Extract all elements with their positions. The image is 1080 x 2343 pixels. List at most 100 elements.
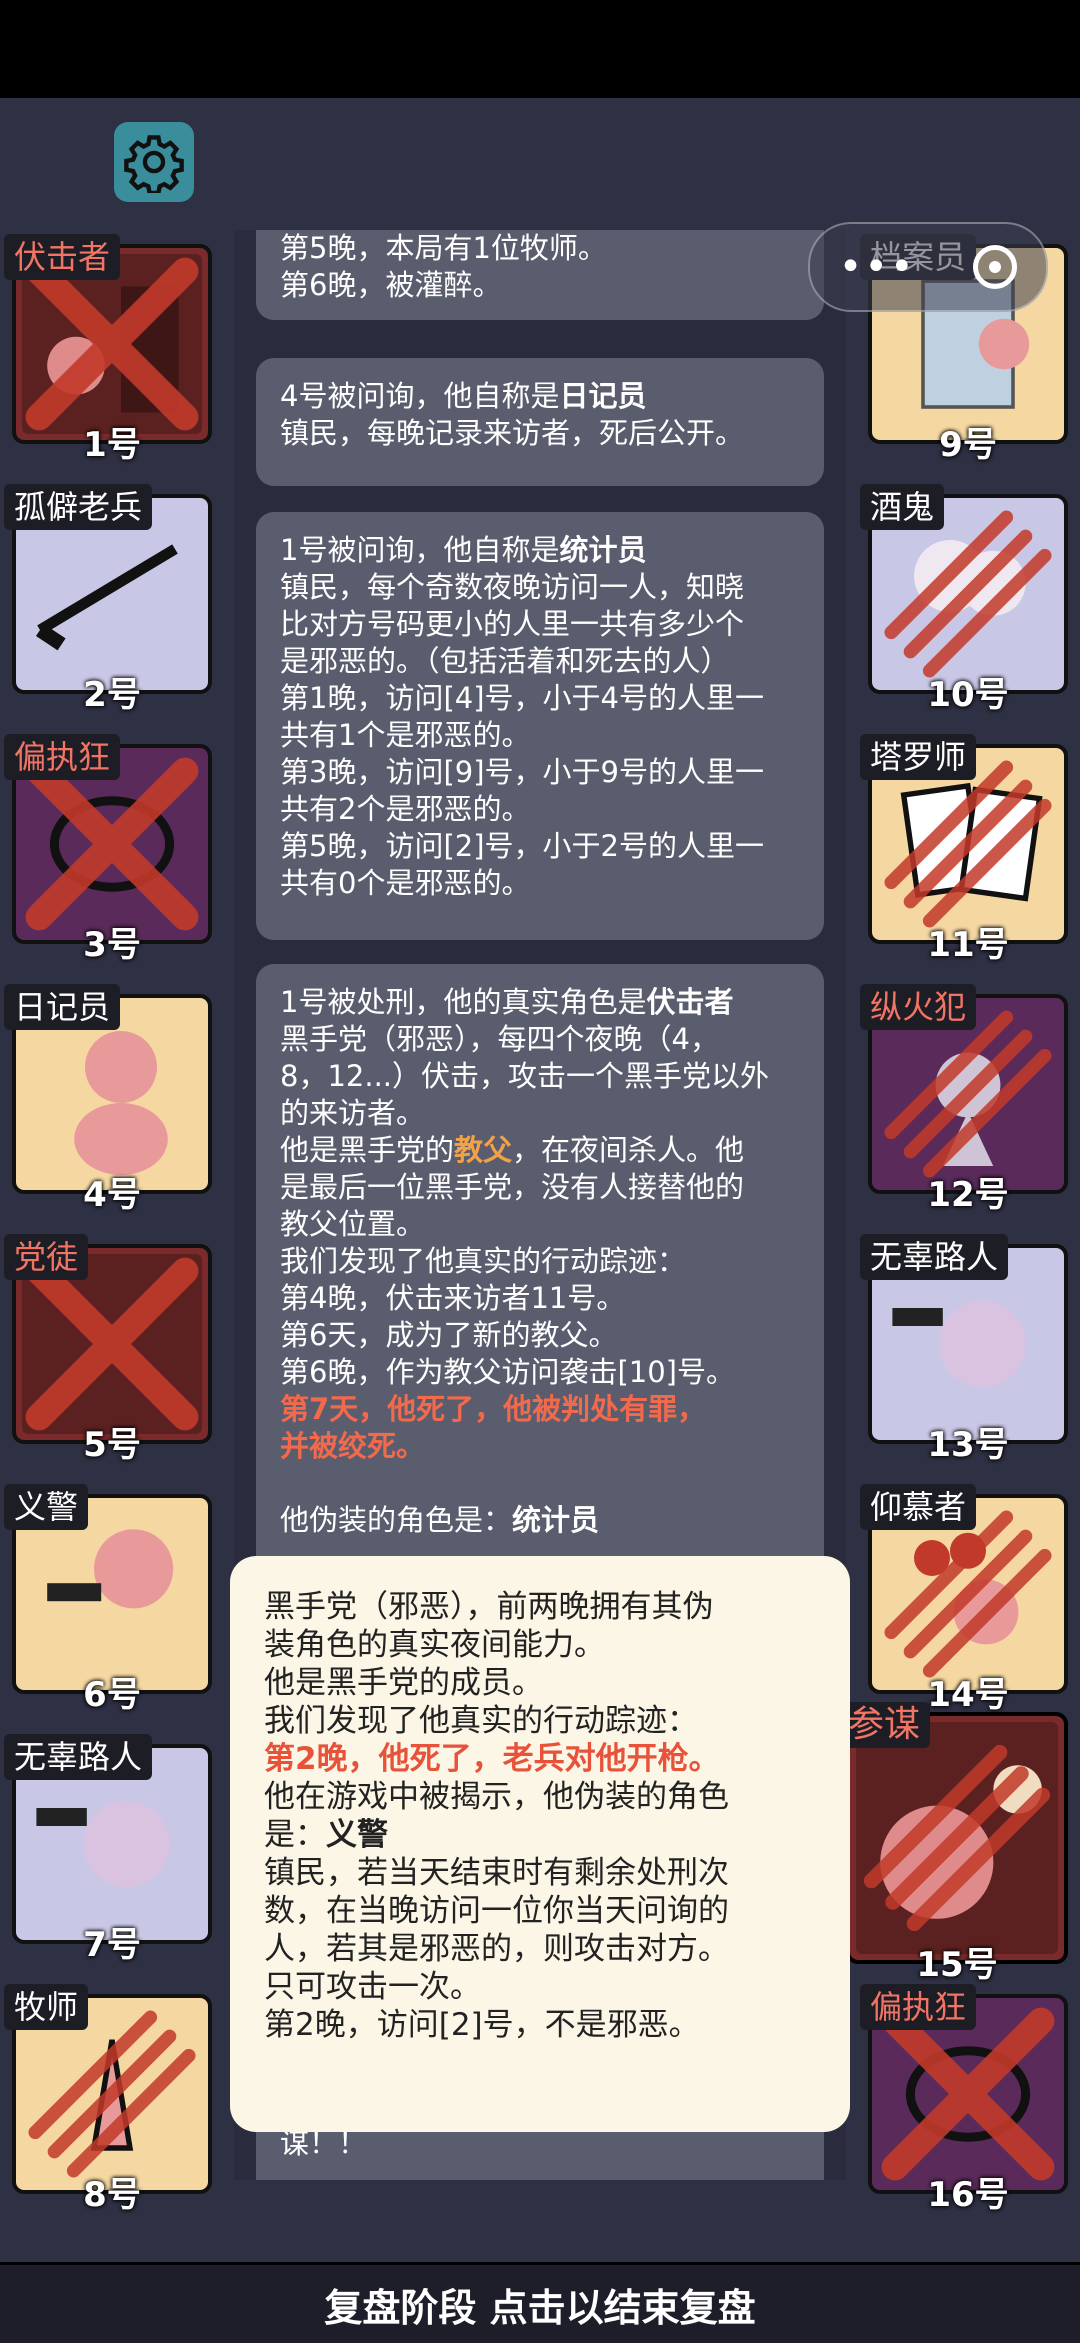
log-bubble: 第5晚，本局有1位牧师。 第6晚，被灌醉。 <box>256 230 824 320</box>
log-text: 1号被问询，他自称是 <box>280 533 560 567</box>
log-line: 8，12...）伏击，攻击一个黑手党以外 <box>280 1059 770 1093</box>
log-line: 第6天，成为了新的教父。 <box>280 1318 618 1352</box>
popup-line: 我们发现了他真实的行动踪迹： <box>264 1703 698 1739</box>
player-card-10[interactable]: 酒鬼 10号 <box>860 484 1068 715</box>
log-line: 第3晚，访问[9]号，小于9号的人里一 <box>280 755 764 789</box>
role-label: 无辜路人 <box>4 1734 153 1780</box>
log-line: 第6晚，被灌醉。 <box>280 268 502 302</box>
role-label: 党徒 <box>4 1234 89 1280</box>
player-card-7[interactable]: 无辜路人 7号 <box>4 1734 212 1965</box>
rifle-icon <box>36 544 178 651</box>
settings-button[interactable] <box>114 122 194 202</box>
gear-icon <box>124 135 184 193</box>
role-art <box>878 1254 1058 1434</box>
log-line: 第5晚，访问[2]号，小于2号的人里一 <box>280 829 764 863</box>
player-number: 13号 <box>927 1425 1009 1465</box>
log-line: 第5晚，本局有1位牧师。 <box>280 231 607 265</box>
claw-scratch-icon <box>863 1744 1051 1932</box>
log-line: 教父位置。 <box>280 1207 426 1241</box>
player-card-2[interactable]: 孤僻老兵 2号 <box>4 484 212 715</box>
player-card-5[interactable]: 党徒 5号 <box>4 1234 212 1465</box>
death-text: 第7天，他死了，他被判处有罪， <box>280 1392 707 1426</box>
role-art <box>22 1504 202 1684</box>
popup-line: 黑手党（邪恶），前两晚拥有其伪 <box>264 1589 714 1625</box>
player-card-3[interactable]: 偏执狂 3号 <box>4 734 212 965</box>
log-line: 第1晚，访问[4]号，小于4号的人里一 <box>280 681 764 715</box>
popup-text: 是： <box>264 1817 326 1853</box>
close-icon[interactable] <box>973 245 1018 289</box>
log-line: 第6晚，作为教父访问袭击[10]号。 <box>280 1355 735 1389</box>
log-line: 第4晚，伏击来访者11号。 <box>280 1281 626 1315</box>
role-label: 伏击者 <box>4 234 121 280</box>
miniprogram-capsule: ••• <box>808 222 1048 312</box>
log-bubble: 1号被问询，他自称是统计员 镇民，每个奇数夜晚访问一人，知晓 比对方号码更小的人… <box>256 512 824 940</box>
death-text: 并被绞死。 <box>280 1429 426 1463</box>
log-line: 黑手党（邪恶），每四个夜晚（4， <box>280 1022 719 1056</box>
log-line: 共有2个是邪恶的。 <box>280 792 531 826</box>
player-card-12[interactable]: 纵火犯 12号 <box>860 984 1068 1215</box>
log-line: 的来访者。 <box>280 1096 426 1130</box>
role-art <box>22 1754 202 1934</box>
player-card-6[interactable]: 义警 6号 <box>4 1484 212 1715</box>
popup-line: 只可攻击一次。 <box>264 1969 481 2005</box>
player-number: 8号 <box>83 2175 141 2215</box>
popup-line: 他在游戏中被揭示，他伪装的角色 <box>264 1779 729 1815</box>
claimed-role: 统计员 <box>559 533 647 567</box>
player-number: 7号 <box>83 1925 141 1965</box>
log-line: 我们发现了他真实的行动踪迹： <box>280 1244 687 1278</box>
popup-line: 镇民，若当天结束时有剩余处刑次 <box>264 1855 729 1891</box>
fake-role: 义警 <box>326 1817 388 1853</box>
log-text: 他伪装的角色是： <box>280 1503 513 1537</box>
status-bar <box>0 0 1080 98</box>
player-number: 9号 <box>939 425 997 465</box>
claimed-role: 日记员 <box>559 379 647 413</box>
player-number: 5号 <box>83 1425 141 1465</box>
role-label: 参谋 <box>838 1702 931 1748</box>
player-card-16[interactable]: 偏执狂 16号 <box>860 1984 1068 2215</box>
player-card-8[interactable]: 牧师 8号 <box>4 1984 212 2215</box>
role-label: 偏执狂 <box>860 1984 977 2030</box>
log-text: ，在夜间杀人。他 <box>512 1133 745 1167</box>
player-card-1[interactable]: 伏击者 1号 <box>4 234 212 465</box>
role-art <box>22 1004 202 1184</box>
log-line: 镇民，每晚记录来访者，死后公开。 <box>280 416 745 450</box>
role-label: 义警 <box>4 1484 89 1530</box>
death-text: 第2晚，他死了，老兵对他开枪。 <box>264 1741 720 1777</box>
popup-line: 装角色的真实夜间能力。 <box>264 1627 605 1663</box>
popup-line: 数，在当晚访问一位你当天问询的 <box>264 1893 729 1929</box>
log-line: 镇民，每个奇数夜晚访问一人，知晓 <box>280 570 745 604</box>
player-number: 12号 <box>927 1175 1009 1215</box>
player-number: 2号 <box>83 675 141 715</box>
player-card-13[interactable]: 无辜路人 13号 <box>860 1234 1068 1465</box>
log-text: 4号被问询，他自称是 <box>280 379 560 413</box>
role-art <box>22 504 202 684</box>
log-line: 是邪恶的。（包括活着和死去的人） <box>280 644 730 678</box>
fake-role: 统计员 <box>512 1503 600 1537</box>
role-detail-popup[interactable]: 黑手党（邪恶），前两晚拥有其伪 装角色的真实夜间能力。 他是黑手党的成员。 我们… <box>230 1556 850 2132</box>
player-card-15[interactable]: 参谋 15号 <box>838 1702 1068 1985</box>
godfather-highlight: 教父 <box>454 1133 513 1167</box>
role-label: 日记员 <box>4 984 121 1030</box>
player-number: 1号 <box>83 425 141 465</box>
player-card-4[interactable]: 日记员 4号 <box>4 984 212 1215</box>
log-line: 共有0个是邪恶的。 <box>280 866 531 900</box>
player-number: 4号 <box>83 1175 141 1215</box>
player-number: 16号 <box>927 2175 1009 2215</box>
player-card-11[interactable]: 塔罗师 11号 <box>860 734 1068 965</box>
player-card-14[interactable]: 仰慕者 14号 <box>860 1484 1068 1715</box>
player-number: 15号 <box>916 1945 998 1985</box>
role-label: 纵火犯 <box>860 984 977 1030</box>
player-number: 11号 <box>927 925 1009 965</box>
player-number: 3号 <box>83 925 141 965</box>
log-bubble: 4号被问询，他自称是日记员 镇民，每晚记录来访者，死后公开。 <box>256 358 824 486</box>
end-review-button[interactable]: 复盘阶段 点击以结束复盘 <box>0 2262 1080 2343</box>
log-text: 他是黑手党的 <box>280 1133 455 1167</box>
log-line: 是最后一位黑手党，没有人接替他的 <box>280 1170 745 1204</box>
popup-line: 第2晚，访问[2]号，不是邪恶。 <box>264 2007 700 2043</box>
true-role: 伏击者 <box>646 985 734 1019</box>
player-number: 10号 <box>927 675 1009 715</box>
log-text: 1号被处刑，他的真实角色是 <box>280 985 647 1019</box>
popup-line: 他是黑手党的成员。 <box>264 1665 543 1701</box>
popup-line: 人，若其是邪恶的，则攻击对方。 <box>264 1931 729 1967</box>
more-icon[interactable]: ••• <box>839 247 916 287</box>
